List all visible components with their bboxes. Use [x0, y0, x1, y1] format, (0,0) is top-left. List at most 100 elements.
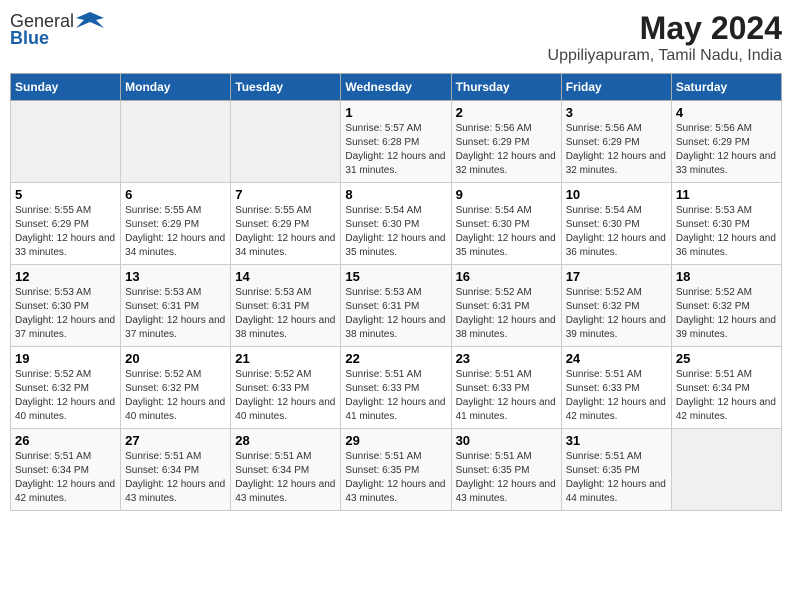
- table-row: 4 Sunrise: 5:56 AM Sunset: 6:29 PM Daylig…: [671, 101, 781, 183]
- day-info: Sunrise: 5:52 AM Sunset: 6:32 PM Dayligh…: [15, 368, 116, 424]
- table-row: 24 Sunrise: 5:51 AM Sunset: 6:33 PM Dayli…: [561, 347, 671, 429]
- table-row: [121, 101, 231, 183]
- table-row: 19 Sunrise: 5:52 AM Sunset: 6:32 PM Dayli…: [11, 347, 121, 429]
- day-number: 6: [125, 187, 226, 202]
- table-row: [11, 101, 121, 183]
- day-number: 5: [15, 187, 116, 202]
- col-sunday: Sunday: [11, 74, 121, 101]
- table-row: 7 Sunrise: 5:55 AM Sunset: 6:29 PM Daylig…: [231, 183, 341, 265]
- table-row: 23Sunrise: 5:51 AM Sunset: 6:33 PM Dayli…: [451, 347, 561, 429]
- title-block: May 2024 Uppiliyapuram, Tamil Nadu, Indi…: [548, 10, 782, 65]
- day-info: Sunrise: 5:51 AM Sunset: 6:35 PM Dayligh…: [345, 450, 446, 506]
- day-number: 25: [676, 351, 777, 366]
- calendar-header-row: Sunday Monday Tuesday Wednesday Thursday…: [11, 74, 782, 101]
- day-info: Sunrise: 5:53 AM Sunset: 6:30 PM Dayligh…: [15, 286, 116, 342]
- day-info: Sunrise: 5:52 AM Sunset: 6:32 PM Dayligh…: [125, 368, 226, 424]
- day-number: 2: [456, 105, 557, 120]
- logo-blue-text: Blue: [10, 28, 49, 49]
- table-row: 28Sunrise: 5:51 AM Sunset: 6:34 PM Dayli…: [231, 429, 341, 511]
- day-info: Sunrise: 5:53 AM Sunset: 6:31 PM Dayligh…: [125, 286, 226, 342]
- table-row: 15 Sunrise: 5:53 AM Sunset: 6:31 PM Dayli…: [341, 265, 451, 347]
- day-info: Sunrise: 5:51 AM Sunset: 6:34 PM Dayligh…: [125, 450, 226, 506]
- table-row: 12 Sunrise: 5:53 AM Sunset: 6:30 PM Dayli…: [11, 265, 121, 347]
- day-info: Sunrise: 5:56 AM Sunset: 6:29 PM Dayligh…: [566, 122, 667, 178]
- table-row: 1Sunrise: 5:57 AM Sunset: 6:28 PM Daylig…: [341, 101, 451, 183]
- day-number: 14: [235, 269, 336, 284]
- day-number: 7: [235, 187, 336, 202]
- day-info: Sunrise: 5:51 AM Sunset: 6:33 PM Dayligh…: [566, 368, 667, 424]
- day-info: Sunrise: 5:52 AM Sunset: 6:32 PM Dayligh…: [676, 286, 777, 342]
- day-number: 22: [345, 351, 446, 366]
- day-info: Sunrise: 5:55 AM Sunset: 6:29 PM Dayligh…: [125, 204, 226, 260]
- table-row: 10Sunrise: 5:54 AM Sunset: 6:30 PM Dayli…: [561, 183, 671, 265]
- col-friday: Friday: [561, 74, 671, 101]
- table-row: 16Sunrise: 5:52 AM Sunset: 6:31 PM Dayli…: [451, 265, 561, 347]
- calendar-week-row: 26 Sunrise: 5:51 AM Sunset: 6:34 PM Dayli…: [11, 429, 782, 511]
- day-info: Sunrise: 5:55 AM Sunset: 6:29 PM Dayligh…: [235, 204, 336, 260]
- day-number: 11: [676, 187, 777, 202]
- calendar-table: Sunday Monday Tuesday Wednesday Thursday…: [10, 73, 782, 511]
- day-number: 26: [15, 433, 116, 448]
- table-row: 8Sunrise: 5:54 AM Sunset: 6:30 PM Daylig…: [341, 183, 451, 265]
- table-row: 17 Sunrise: 5:52 AM Sunset: 6:32 PM Dayli…: [561, 265, 671, 347]
- day-info: Sunrise: 5:52 AM Sunset: 6:33 PM Dayligh…: [235, 368, 336, 424]
- table-row: 20 Sunrise: 5:52 AM Sunset: 6:32 PM Dayli…: [121, 347, 231, 429]
- day-number: 24: [566, 351, 667, 366]
- logo-bird-icon: [76, 10, 104, 32]
- day-info: Sunrise: 5:56 AM Sunset: 6:29 PM Dayligh…: [456, 122, 557, 178]
- day-info: Sunrise: 5:53 AM Sunset: 6:31 PM Dayligh…: [235, 286, 336, 342]
- day-number: 29: [345, 433, 446, 448]
- day-number: 30: [456, 433, 557, 448]
- day-number: 20: [125, 351, 226, 366]
- day-number: 10: [566, 187, 667, 202]
- table-row: 29 Sunrise: 5:51 AM Sunset: 6:35 PM Dayli…: [341, 429, 451, 511]
- day-info: Sunrise: 5:51 AM Sunset: 6:34 PM Dayligh…: [235, 450, 336, 506]
- day-number: 27: [125, 433, 226, 448]
- page-header: General Blue May 2024 Uppiliyapuram, Tam…: [10, 10, 782, 65]
- day-info: Sunrise: 5:55 AM Sunset: 6:29 PM Dayligh…: [15, 204, 116, 260]
- table-row: 31 Sunrise: 5:51 AM Sunset: 6:35 PM Dayli…: [561, 429, 671, 511]
- col-wednesday: Wednesday: [341, 74, 451, 101]
- table-row: 5 Sunrise: 5:55 AM Sunset: 6:29 PM Daylig…: [11, 183, 121, 265]
- calendar-week-row: 1Sunrise: 5:57 AM Sunset: 6:28 PM Daylig…: [11, 101, 782, 183]
- col-tuesday: Tuesday: [231, 74, 341, 101]
- day-info: Sunrise: 5:57 AM Sunset: 6:28 PM Dayligh…: [345, 122, 446, 178]
- day-number: 4: [676, 105, 777, 120]
- table-row: [231, 101, 341, 183]
- day-number: 3: [566, 105, 667, 120]
- table-row: 27 Sunrise: 5:51 AM Sunset: 6:34 PM Dayli…: [121, 429, 231, 511]
- table-row: [671, 429, 781, 511]
- table-row: 3 Sunrise: 5:56 AM Sunset: 6:29 PM Daylig…: [561, 101, 671, 183]
- day-info: Sunrise: 5:53 AM Sunset: 6:30 PM Dayligh…: [676, 204, 777, 260]
- day-info: Sunrise: 5:56 AM Sunset: 6:29 PM Dayligh…: [676, 122, 777, 178]
- day-number: 21: [235, 351, 336, 366]
- day-number: 15: [345, 269, 446, 284]
- day-number: 9: [456, 187, 557, 202]
- day-info: Sunrise: 5:51 AM Sunset: 6:34 PM Dayligh…: [676, 368, 777, 424]
- col-monday: Monday: [121, 74, 231, 101]
- logo: General Blue: [10, 10, 104, 49]
- table-row: 18 Sunrise: 5:52 AM Sunset: 6:32 PM Dayli…: [671, 265, 781, 347]
- col-saturday: Saturday: [671, 74, 781, 101]
- table-row: 26 Sunrise: 5:51 AM Sunset: 6:34 PM Dayli…: [11, 429, 121, 511]
- day-info: Sunrise: 5:52 AM Sunset: 6:32 PM Dayligh…: [566, 286, 667, 342]
- table-row: 25 Sunrise: 5:51 AM Sunset: 6:34 PM Dayli…: [671, 347, 781, 429]
- day-number: 23: [456, 351, 557, 366]
- day-number: 19: [15, 351, 116, 366]
- day-info: Sunrise: 5:53 AM Sunset: 6:31 PM Dayligh…: [345, 286, 446, 342]
- day-info: Sunrise: 5:51 AM Sunset: 6:34 PM Dayligh…: [15, 450, 116, 506]
- day-number: 17: [566, 269, 667, 284]
- table-row: 30Sunrise: 5:51 AM Sunset: 6:35 PM Dayli…: [451, 429, 561, 511]
- day-info: Sunrise: 5:54 AM Sunset: 6:30 PM Dayligh…: [456, 204, 557, 260]
- table-row: 6 Sunrise: 5:55 AM Sunset: 6:29 PM Daylig…: [121, 183, 231, 265]
- col-thursday: Thursday: [451, 74, 561, 101]
- day-info: Sunrise: 5:51 AM Sunset: 6:35 PM Dayligh…: [566, 450, 667, 506]
- day-number: 31: [566, 433, 667, 448]
- day-number: 13: [125, 269, 226, 284]
- table-row: 21 Sunrise: 5:52 AM Sunset: 6:33 PM Dayli…: [231, 347, 341, 429]
- day-number: 18: [676, 269, 777, 284]
- table-row: 9 Sunrise: 5:54 AM Sunset: 6:30 PM Daylig…: [451, 183, 561, 265]
- table-row: 13 Sunrise: 5:53 AM Sunset: 6:31 PM Dayli…: [121, 265, 231, 347]
- day-info: Sunrise: 5:54 AM Sunset: 6:30 PM Dayligh…: [345, 204, 446, 260]
- day-number: 12: [15, 269, 116, 284]
